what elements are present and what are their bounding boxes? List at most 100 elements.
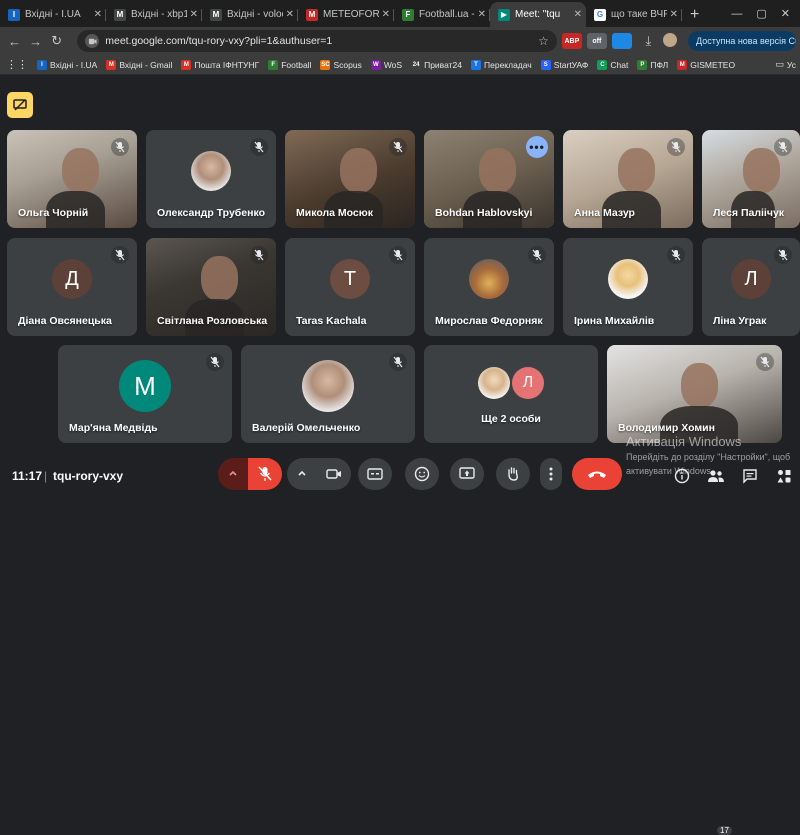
participant-tile[interactable]: Мирослав Федорняк (424, 238, 554, 336)
presentation-off-icon[interactable] (7, 92, 33, 118)
tab-title: Football.ua - На (419, 9, 475, 20)
participant-name: Ліна Уграк (713, 315, 767, 327)
mic-muted-icon (111, 246, 129, 264)
participant-profile-photo (191, 151, 231, 191)
tab-close-icon[interactable]: ✕ (670, 9, 678, 20)
participant-tile[interactable]: Володимир Хомин (607, 345, 782, 443)
apps-grid-icon[interactable]: ⋮⋮ (6, 58, 28, 71)
bookmark-favicon-icon: C (597, 59, 608, 70)
minimize-icon[interactable]: — (731, 8, 742, 20)
site-info-icon[interactable] (85, 34, 100, 48)
browser-tab[interactable]: Gщо таке ВЧР у✕ (586, 2, 682, 27)
captions-button[interactable] (358, 458, 392, 490)
windows-activation-watermark: Активація Windows Перейдіть до розділу "… (626, 434, 790, 477)
tab-close-icon[interactable]: ✕ (190, 9, 198, 20)
tab-close-icon[interactable]: ✕ (478, 9, 486, 20)
extension-icon[interactable]: ABP (561, 33, 582, 49)
browser-tab[interactable]: F Football.ua - На✕ (394, 2, 490, 27)
video-options-button[interactable] (287, 458, 317, 490)
bookmark-item[interactable]: M Вхідні - Gmail (106, 59, 173, 70)
extension-icon[interactable]: off (586, 33, 607, 49)
tab-close-icon[interactable]: ✕ (574, 9, 582, 20)
participant-tile[interactable]: Леся Паліічук (702, 130, 800, 228)
tab-close-icon[interactable]: ✕ (382, 9, 390, 20)
unmute-button[interactable] (248, 458, 282, 490)
mic-muted-icon (756, 353, 774, 371)
raise-hand-button[interactable] (496, 458, 530, 490)
participant-name: Ще 2 особи (481, 413, 541, 425)
participant-tile[interactable]: Світлана Розловська (146, 238, 276, 336)
participant-tile[interactable]: Олександр Трубенко (146, 130, 276, 228)
bookmark-star-icon[interactable]: ☆ (538, 34, 549, 48)
bookmark-item[interactable]: M GISMETEO (677, 59, 735, 70)
more-options-button[interactable] (540, 458, 562, 490)
participant-tile[interactable]: Л Ще 2 особи (424, 345, 598, 443)
browser-tab[interactable]: ▶ Meet: "tqu ✕ (490, 2, 586, 27)
bookmark-favicon-icon: I (37, 59, 47, 70)
address-bar[interactable]: meet.google.com/tqu-rory-vxy?pli=1&authu… (77, 30, 557, 52)
participant-initial-avatar: M (119, 360, 171, 412)
browser-tab[interactable]: M Вхідні - xbp13@✕ (106, 2, 202, 27)
bookmark-item[interactable]: SC Scopus (320, 59, 362, 70)
extension-icon[interactable] (611, 33, 632, 49)
bookmark-item[interactable]: 24 Приват24 (411, 59, 462, 70)
bookmark-label: Вхідні - Gmail (119, 59, 173, 70)
bookmark-item[interactable]: C Chat (597, 59, 628, 70)
chrome-update-button[interactable]: Доступна нова версія Chrome (688, 31, 797, 51)
bookmark-label: Вхідні - I.UA (50, 59, 98, 70)
participant-tile[interactable]: Д Діана Овсянецька (7, 238, 137, 336)
browser-tab-strip: IВхідні - I.UA✕MВхідні - xbp13@✕MВхідні … (0, 0, 800, 27)
browser-tab[interactable]: M METEOFOR: Пог✕ (298, 2, 394, 27)
participant-tile[interactable]: Валерій Омельченко (241, 345, 415, 443)
participant-tile[interactable]: T Taras Kachala (285, 238, 415, 336)
meeting-code: tqu-rory-vxy (53, 469, 124, 483)
bookmark-label: Scopus (333, 59, 362, 70)
bookmark-item[interactable]: T Перекладач (471, 59, 532, 70)
tab-title: Вхідні - volody (227, 9, 283, 20)
bookmark-item[interactable]: F Football (268, 59, 311, 70)
tab-title: Вхідні - I.UA (25, 9, 81, 20)
address-url[interactable]: meet.google.com/tqu-rory-vxy?pli=1&authu… (105, 35, 538, 47)
mic-muted-icon (667, 246, 685, 264)
participant-tile[interactable]: Bohdan Hablovskyi ••• (424, 130, 554, 228)
bookmark-label: ПФЛ (650, 59, 669, 70)
bookmark-item[interactable]: M Пошта ІФНТУНГ (181, 59, 259, 70)
download-icon[interactable]: ⤓ (638, 33, 659, 49)
participant-tile[interactable]: Анна Мазур (563, 130, 693, 228)
mic-muted-icon (774, 246, 792, 264)
close-window-icon[interactable]: ✕ (781, 7, 790, 20)
present-screen-button[interactable] (450, 458, 484, 490)
bookmark-favicon-icon: M (677, 59, 688, 70)
browser-tab[interactable]: M Вхідні - volody✕ (202, 2, 298, 27)
all-bookmarks-label[interactable]: Ус (787, 60, 796, 70)
more-options-icon[interactable]: ••• (526, 136, 548, 158)
new-tab-button[interactable]: + (682, 2, 707, 27)
bookmark-item[interactable]: P ПФЛ (637, 59, 669, 70)
browser-tab[interactable]: I Вхідні - I.UA ✕ (0, 2, 106, 27)
bookmark-label: Приват24 (424, 59, 462, 70)
reactions-button[interactable] (405, 458, 439, 490)
bookmark-item[interactable]: S StartУАФ (540, 59, 588, 70)
participant-initial-avatar: Д (52, 259, 92, 299)
mic-muted-icon (111, 138, 129, 156)
forward-icon[interactable]: → (25, 34, 46, 49)
maximize-icon[interactable]: ▢ (756, 7, 766, 20)
bookmark-item[interactable]: W WoS (370, 59, 402, 70)
tab-close-icon[interactable]: ✕ (94, 9, 102, 20)
participant-name: Володимир Хомин (618, 422, 715, 434)
leave-call-button[interactable] (572, 458, 622, 490)
participant-tile[interactable]: Ірина Михайлів (563, 238, 693, 336)
audio-options-button[interactable] (218, 458, 248, 490)
back-icon[interactable]: ← (4, 34, 25, 49)
participant-tile[interactable]: Ольга Чорній (7, 130, 137, 228)
participant-tile[interactable]: M Мар'яна Медвідь (58, 345, 232, 443)
participant-tile[interactable]: Микола Мосюк (285, 130, 415, 228)
profile-avatar[interactable] (659, 32, 680, 50)
tab-favicon-icon: M (210, 8, 222, 21)
tab-close-icon[interactable]: ✕ (286, 9, 294, 20)
bookmark-item[interactable]: I Вхідні - I.UA (37, 59, 98, 70)
person-silhouette (61, 147, 99, 193)
reload-icon[interactable]: ↻ (46, 33, 67, 49)
camera-button[interactable] (317, 458, 351, 490)
participant-tile[interactable]: Л Ліна Уграк (702, 238, 800, 336)
